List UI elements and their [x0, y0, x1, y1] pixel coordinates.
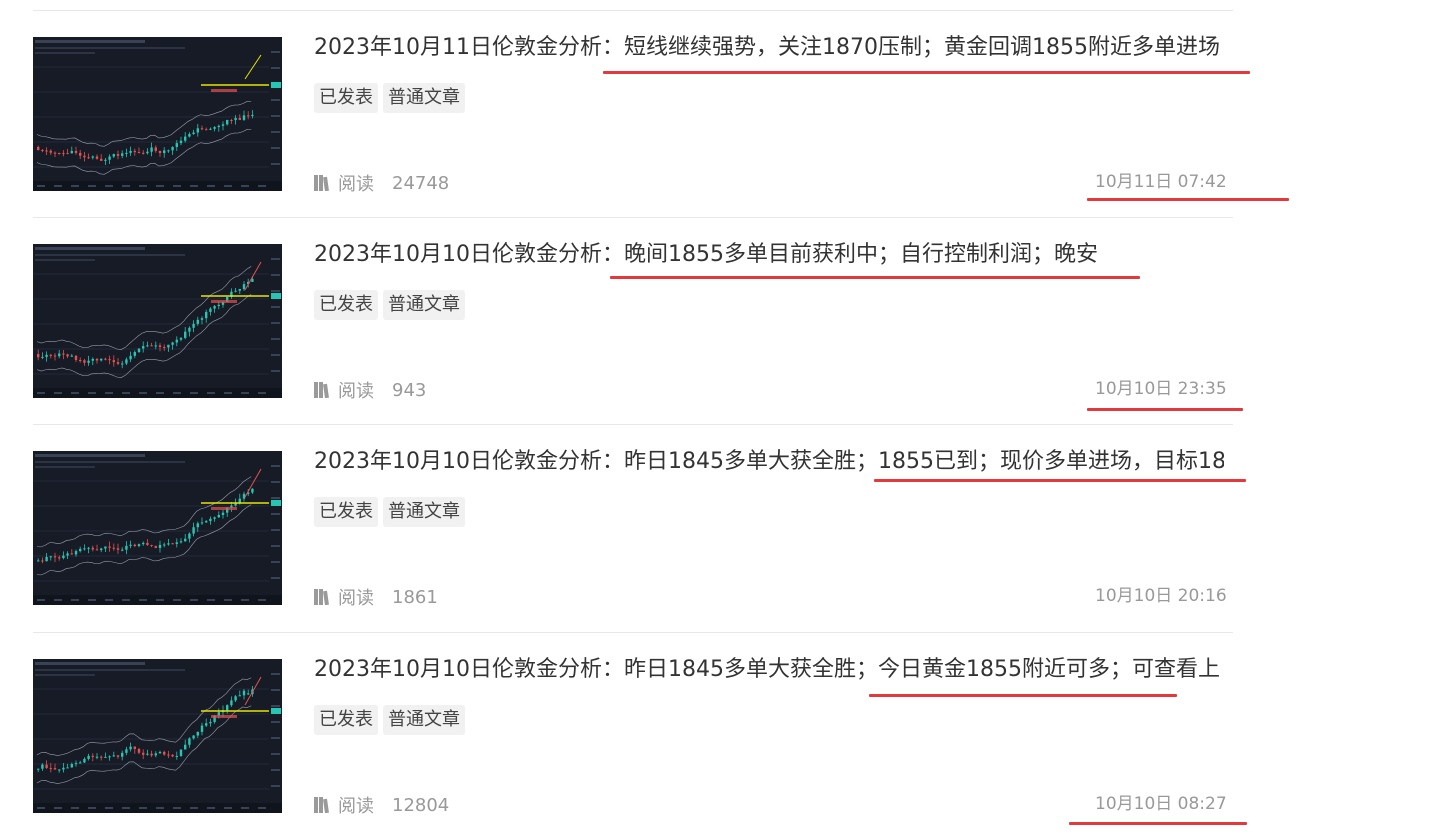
article-item[interactable]: 2023年10月11日伦敦金分析：短线继续强势，关注1870压制；黄金回调185… — [33, 10, 1333, 217]
article-title[interactable]: 2023年10月10日伦敦金分析：昨日1845多单大获全胜；今日黄金1855附近… — [314, 653, 1224, 687]
chart-thumbnail-0 — [33, 40, 282, 191]
chart-thumbnail-3 — [33, 662, 282, 813]
book-icon — [314, 589, 329, 605]
article-thumbnail[interactable] — [33, 244, 282, 398]
type-tag: 普通文章 — [383, 83, 465, 113]
article-title[interactable]: 2023年10月11日伦敦金分析：短线继续强势，关注1870压制；黄金回调185… — [314, 31, 1224, 65]
read-count: 943 — [392, 379, 427, 401]
article-thumbnail[interactable] — [33, 37, 282, 191]
status-tag: 已发表 — [314, 705, 378, 735]
read-stats: 阅读 24748 — [314, 171, 449, 195]
read-count: 24748 — [392, 172, 450, 194]
article-title[interactable]: 2023年10月10日伦敦金分析：昨日1845多单大获全胜；1855已到；现价多… — [314, 445, 1224, 479]
annotation-underline — [1087, 408, 1243, 411]
article-tags: 已发表 普通文章 — [314, 83, 465, 113]
read-stats: 阅读 943 — [314, 378, 426, 402]
article-title[interactable]: 2023年10月10日伦敦金分析：晚间1855多单目前获利中；自行控制利润；晚安 — [314, 238, 1224, 272]
publish-date: 10月10日 20:16 — [1095, 586, 1227, 606]
book-icon — [314, 797, 329, 813]
read-label: 阅读 — [338, 796, 374, 817]
annotation-underline — [1087, 198, 1289, 201]
chart-thumbnail-2 — [33, 454, 282, 605]
article-thumbnail[interactable] — [33, 451, 282, 605]
article-tags: 已发表 普通文章 — [314, 497, 465, 527]
type-tag: 普通文章 — [383, 705, 465, 735]
status-tag: 已发表 — [314, 83, 378, 113]
type-tag: 普通文章 — [383, 497, 465, 527]
article-item[interactable]: 2023年10月10日伦敦金分析：晚间1855多单目前获利中；自行控制利润；晚安… — [33, 217, 1333, 424]
annotation-underline — [874, 479, 1246, 482]
article-thumbnail[interactable] — [33, 659, 282, 813]
chart-thumbnail-1 — [33, 247, 282, 398]
read-label: 阅读 — [338, 588, 374, 609]
read-stats: 阅读 1861 — [314, 585, 438, 609]
publish-date: 10月10日 08:27 — [1095, 794, 1227, 814]
read-label: 阅读 — [338, 174, 374, 195]
status-tag: 已发表 — [314, 290, 378, 320]
publish-date: 10月11日 07:42 — [1095, 172, 1227, 192]
type-tag: 普通文章 — [383, 290, 465, 320]
annotation-underline — [610, 276, 1140, 279]
annotation-underline — [869, 694, 1177, 697]
read-count: 1861 — [392, 586, 438, 608]
status-tag: 已发表 — [314, 497, 378, 527]
publish-date: 10月10日 23:35 — [1095, 379, 1227, 399]
annotation-underline — [603, 71, 1250, 74]
article-tags: 已发表 普通文章 — [314, 290, 465, 320]
read-stats: 阅读 12804 — [314, 793, 449, 817]
book-icon — [314, 175, 329, 191]
article-tags: 已发表 普通文章 — [314, 705, 465, 735]
article-item[interactable]: 2023年10月10日伦敦金分析：昨日1845多单大获全胜；今日黄金1855附近… — [33, 632, 1333, 839]
read-label: 阅读 — [338, 381, 374, 402]
read-count: 12804 — [392, 794, 450, 816]
article-item[interactable]: 2023年10月10日伦敦金分析：昨日1845多单大获全胜；1855已到；现价多… — [33, 424, 1333, 631]
annotation-underline — [1069, 822, 1247, 825]
book-icon — [314, 382, 329, 398]
